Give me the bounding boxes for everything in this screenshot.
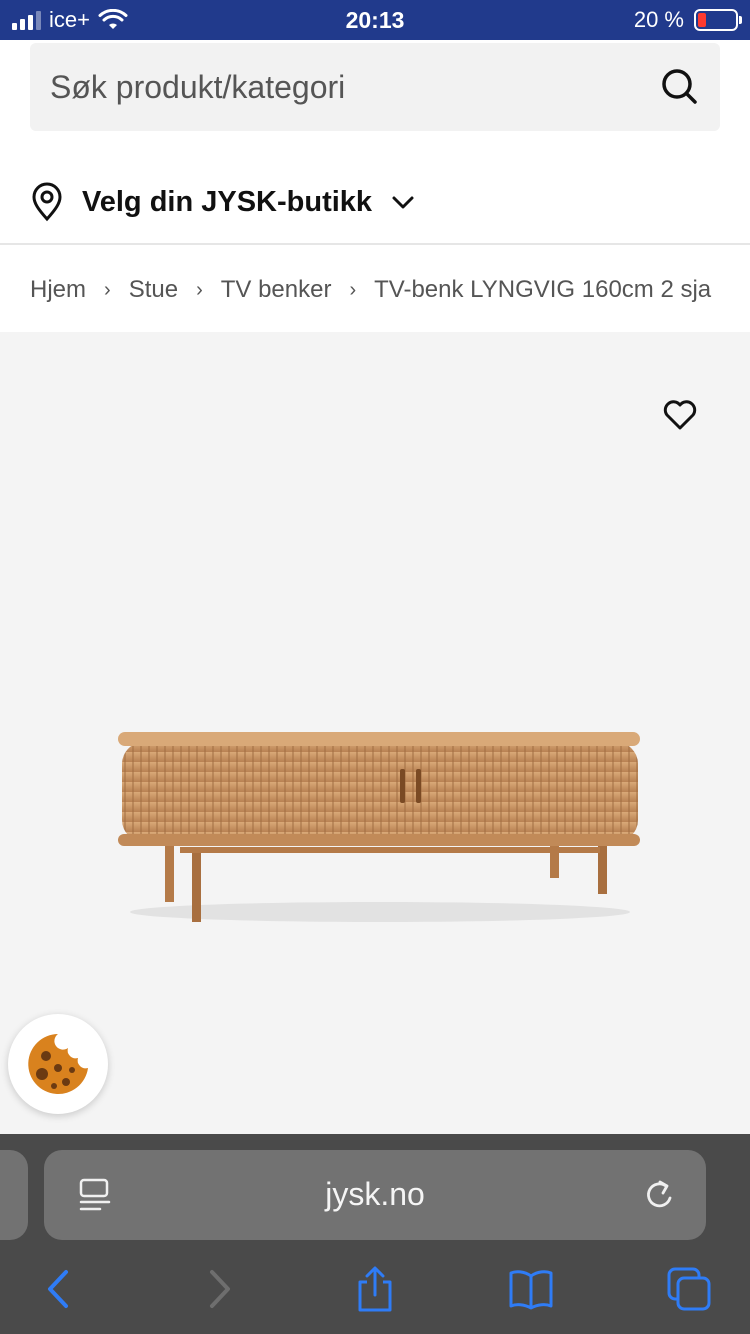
breadcrumb-item-hjem[interactable]: Hjem: [30, 276, 86, 304]
chevron-right-icon: ›: [349, 278, 357, 301]
forward-icon[interactable]: [196, 1266, 242, 1312]
browser-chrome: jysk.no: [0, 1134, 750, 1334]
status-right: 20 %: [633, 7, 742, 33]
reload-icon[interactable]: [642, 1176, 678, 1214]
tabs-icon[interactable]: [666, 1266, 712, 1312]
search-input[interactable]: Søk produkt/kategori: [50, 69, 660, 106]
heart-icon[interactable]: [660, 394, 700, 434]
store-selector[interactable]: Velg din JYSK-butikk: [30, 178, 416, 226]
header-divider: [0, 243, 750, 245]
battery-icon: [694, 9, 742, 31]
share-icon[interactable]: [352, 1266, 398, 1312]
cookie-consent-button[interactable]: [8, 1014, 108, 1114]
cookie-icon: [28, 1034, 88, 1094]
breadcrumb-item-current: TV-benk LYNGVIG 160cm 2 sja: [374, 276, 712, 303]
url-text[interactable]: jysk.no: [44, 1176, 706, 1213]
back-icon[interactable]: [36, 1266, 82, 1312]
search-bar[interactable]: Søk produkt/kategori: [30, 43, 720, 131]
store-selector-label: Velg din JYSK-butikk: [82, 185, 373, 218]
location-pin-icon: [32, 182, 62, 222]
previous-tab-stub[interactable]: [0, 1150, 28, 1240]
bookmarks-icon[interactable]: [508, 1266, 554, 1312]
product-image[interactable]: [110, 722, 650, 932]
address-bar[interactable]: jysk.no: [44, 1150, 706, 1240]
breadcrumb-item-stue[interactable]: Stue: [129, 276, 178, 304]
battery-percent: 20 %: [633, 7, 684, 32]
breadcrumb: Hjem › Stue › TV benker › TV-benk LYNGVI…: [30, 270, 750, 310]
status-bar: ice+ 20:13 20 %: [0, 0, 750, 40]
product-gallery: [0, 332, 750, 1134]
chevron-right-icon: ›: [104, 278, 111, 301]
breadcrumb-item-tv-benker[interactable]: TV benker: [221, 276, 332, 304]
search-icon[interactable]: [660, 67, 700, 107]
chevron-right-icon: ›: [196, 278, 203, 301]
chevron-down-icon: [392, 196, 414, 209]
